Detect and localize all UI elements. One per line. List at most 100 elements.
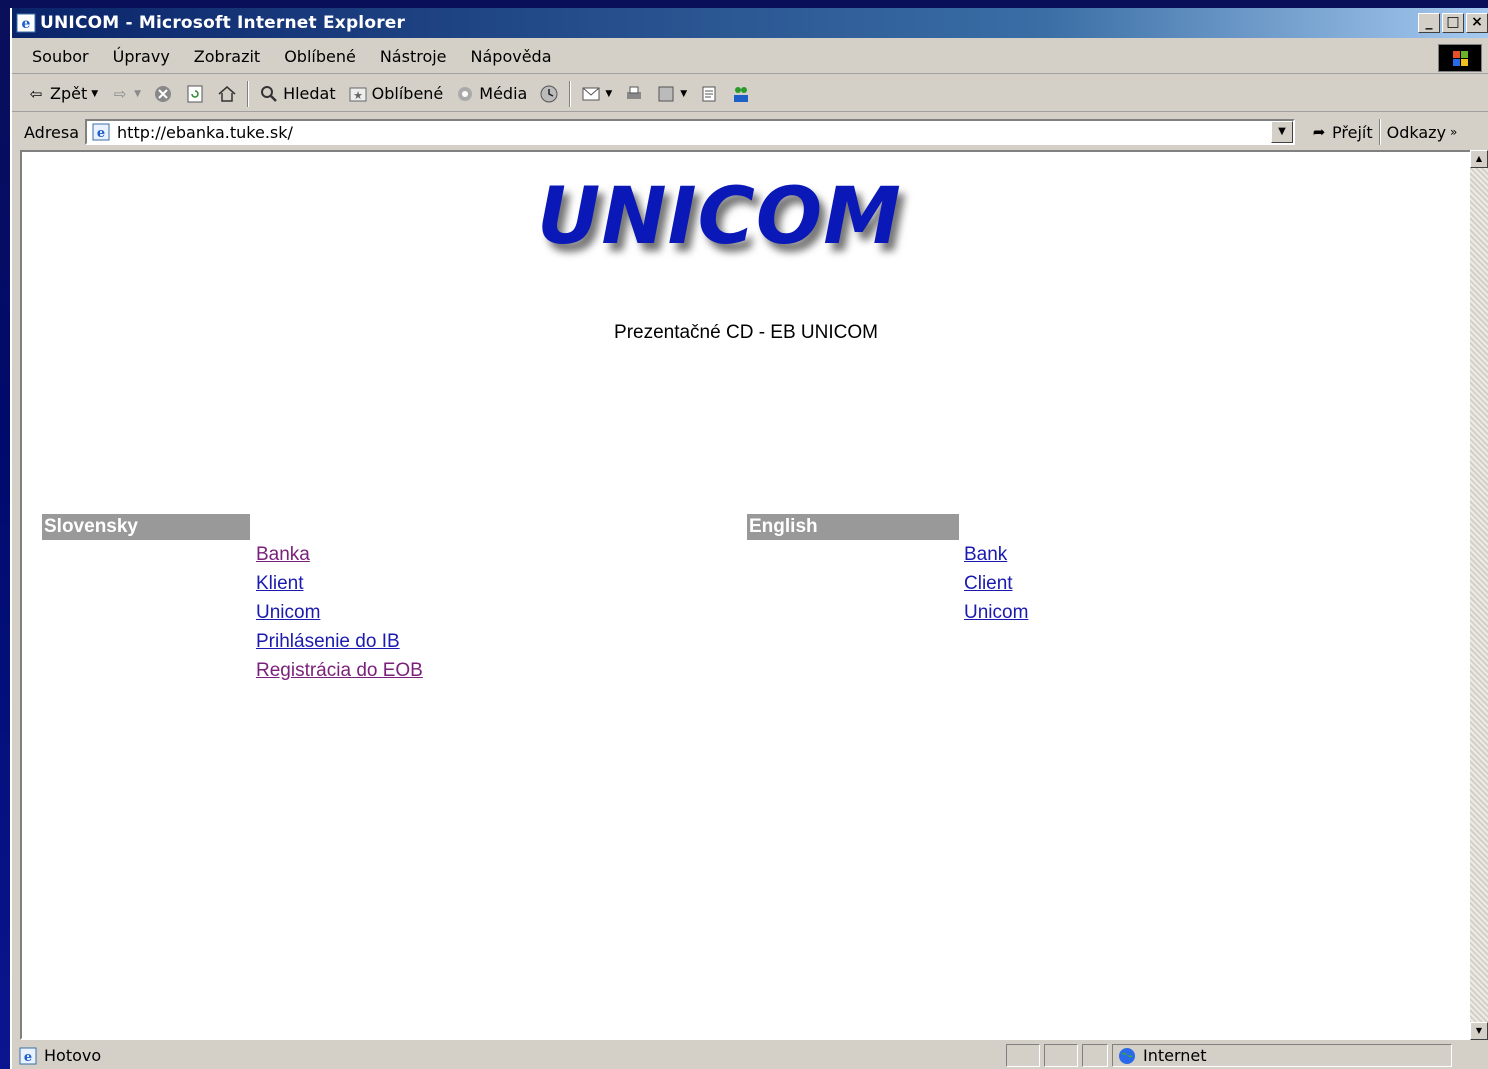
back-arrow-icon: ⇦ bbox=[29, 84, 43, 103]
page-status-icon: e bbox=[19, 1047, 37, 1065]
list-item: Klient bbox=[256, 573, 423, 602]
status-panel bbox=[1082, 1044, 1108, 1067]
back-button[interactable]: ⇦ Zpět ▼ bbox=[12, 84, 104, 104]
list-item: Unicom bbox=[964, 602, 1028, 631]
list-item: Client bbox=[964, 573, 1028, 602]
svg-text:e: e bbox=[24, 1050, 32, 1065]
favorites-label: Oblíbené bbox=[371, 84, 444, 103]
forward-arrow-icon: ⇨ bbox=[113, 84, 127, 103]
english-header: English bbox=[747, 514, 959, 540]
menu-nastroje[interactable]: Nástroje bbox=[368, 47, 459, 66]
window-title: UNICOM - Microsoft Internet Explorer bbox=[40, 13, 406, 33]
edit-button[interactable]: ▼ bbox=[650, 84, 693, 104]
forward-button[interactable]: ⇨ ▼ bbox=[104, 84, 147, 104]
forward-dropdown-icon[interactable]: ▼ bbox=[134, 89, 141, 99]
menu-zobrazit[interactable]: Zobrazit bbox=[182, 47, 272, 66]
favorites-button[interactable]: ★ Oblíbené bbox=[342, 84, 450, 104]
list-item: Prihlásenie do IB bbox=[256, 631, 423, 660]
stop-button[interactable] bbox=[147, 84, 179, 104]
page-icon: e bbox=[92, 123, 110, 141]
unicom-logo: UNICOM bbox=[537, 172, 902, 262]
go-arrow-icon: ➦ bbox=[1312, 123, 1326, 141]
address-dropdown-icon[interactable]: ▼ bbox=[1271, 121, 1294, 143]
media-button[interactable]: Média bbox=[449, 84, 533, 104]
security-zone[interactable]: Internet bbox=[1112, 1044, 1452, 1067]
minimize-button[interactable]: _ bbox=[1418, 13, 1440, 33]
link-client[interactable]: Client bbox=[964, 573, 1013, 594]
link-unicom-sk[interactable]: Unicom bbox=[256, 602, 320, 623]
go-label: Přejít bbox=[1332, 122, 1373, 142]
title-bar[interactable]: e UNICOM - Microsoft Internet Explorer _… bbox=[12, 8, 1488, 38]
status-panel bbox=[1044, 1044, 1078, 1067]
link-banka[interactable]: Banka bbox=[256, 544, 310, 565]
links-button[interactable]: Odkazy bbox=[1387, 123, 1446, 142]
links-chevron-icon[interactable]: » bbox=[1450, 125, 1457, 139]
back-label: Zpět bbox=[50, 84, 88, 103]
link-klient[interactable]: Klient bbox=[256, 573, 304, 594]
svg-text:e: e bbox=[97, 126, 105, 141]
toolbar-separator bbox=[247, 80, 250, 107]
mail-button[interactable]: ▼ bbox=[575, 84, 618, 104]
history-icon bbox=[540, 85, 558, 102]
edit-icon bbox=[658, 86, 674, 101]
go-button[interactable]: ➦ Přejít bbox=[1309, 122, 1373, 142]
toolbar-separator bbox=[569, 80, 572, 107]
media-icon bbox=[458, 86, 473, 101]
zone-label: Internet bbox=[1143, 1046, 1207, 1065]
list-item: Registrácia do EOB bbox=[256, 660, 423, 689]
search-button[interactable]: Hledat bbox=[253, 84, 342, 104]
address-input[interactable]: e http://ebanka.tuke.sk/ ▼ bbox=[85, 119, 1296, 145]
list-item: Bank bbox=[964, 544, 1028, 573]
status-panel bbox=[1006, 1044, 1040, 1067]
globe-icon bbox=[1119, 1047, 1135, 1064]
page-subtitle: Prezentačné CD - EB UNICOM bbox=[614, 322, 878, 343]
ie-icon: e bbox=[16, 13, 36, 33]
link-bank[interactable]: Bank bbox=[964, 544, 1007, 565]
edit-dropdown-icon[interactable]: ▼ bbox=[680, 89, 687, 99]
menu-oblibene[interactable]: Oblíbené bbox=[272, 47, 368, 66]
link-prihlasenie[interactable]: Prihlásenie do IB bbox=[256, 631, 400, 652]
home-icon bbox=[218, 85, 236, 102]
scroll-down-icon[interactable]: ▼ bbox=[1470, 1022, 1488, 1040]
standard-toolbar: ⇦ Zpět ▼ ⇨ ▼ Hledat ★ Oblíbené Média ▼ ▼ bbox=[12, 76, 1488, 112]
mail-icon bbox=[582, 87, 600, 100]
history-button[interactable] bbox=[533, 84, 565, 104]
maximize-button[interactable]: □ bbox=[1442, 13, 1464, 33]
discuss-icon bbox=[702, 86, 716, 101]
svg-text:★: ★ bbox=[353, 89, 363, 102]
browser-window: e UNICOM - Microsoft Internet Explorer _… bbox=[10, 8, 1488, 1069]
media-label: Média bbox=[479, 84, 528, 103]
print-icon bbox=[627, 86, 642, 99]
status-text: Hotovo bbox=[44, 1046, 102, 1065]
address-bar: Adresa e http://ebanka.tuke.sk/ ▼ ➦ Přej… bbox=[12, 114, 1488, 150]
mail-dropdown-icon[interactable]: ▼ bbox=[605, 89, 612, 99]
link-unicom-en[interactable]: Unicom bbox=[964, 602, 1028, 623]
messenger-button[interactable] bbox=[725, 84, 757, 104]
status-bar: e Hotovo Internet bbox=[12, 1042, 1488, 1069]
link-registracia[interactable]: Registrácia do EOB bbox=[256, 660, 423, 681]
home-button[interactable] bbox=[211, 84, 243, 104]
back-dropdown-icon[interactable]: ▼ bbox=[91, 89, 98, 99]
refresh-button[interactable] bbox=[179, 84, 211, 104]
address-url: http://ebanka.tuke.sk/ bbox=[117, 122, 293, 142]
print-button[interactable] bbox=[618, 84, 650, 104]
status-main: e Hotovo bbox=[12, 1044, 1002, 1067]
vertical-scrollbar[interactable]: ▲ ▼ bbox=[1470, 150, 1488, 1040]
menu-napoveda[interactable]: Nápověda bbox=[459, 47, 564, 66]
discuss-button[interactable] bbox=[693, 84, 725, 104]
stop-icon bbox=[155, 85, 172, 102]
address-label: Adresa bbox=[24, 122, 80, 142]
search-icon bbox=[261, 85, 277, 102]
scroll-up-icon[interactable]: ▲ bbox=[1470, 150, 1488, 168]
list-item: Banka bbox=[256, 544, 423, 573]
english-links: Bank Client Unicom bbox=[964, 544, 1028, 631]
page-content: UNICOM Prezentačné CD - EB UNICOM Sloven… bbox=[20, 150, 1472, 1040]
menu-bar: Soubor Úpravy Zobrazit Oblíbené Nástroje… bbox=[12, 40, 1488, 74]
refresh-icon bbox=[187, 85, 203, 102]
svg-text:e: e bbox=[22, 16, 31, 32]
slovak-header: Slovensky bbox=[42, 514, 250, 540]
slovak-links: Banka Klient Unicom Prihlásenie do IB Re… bbox=[256, 544, 423, 689]
close-button[interactable]: × bbox=[1466, 13, 1488, 33]
menu-soubor[interactable]: Soubor bbox=[12, 47, 101, 66]
menu-upravy[interactable]: Úpravy bbox=[101, 47, 182, 66]
